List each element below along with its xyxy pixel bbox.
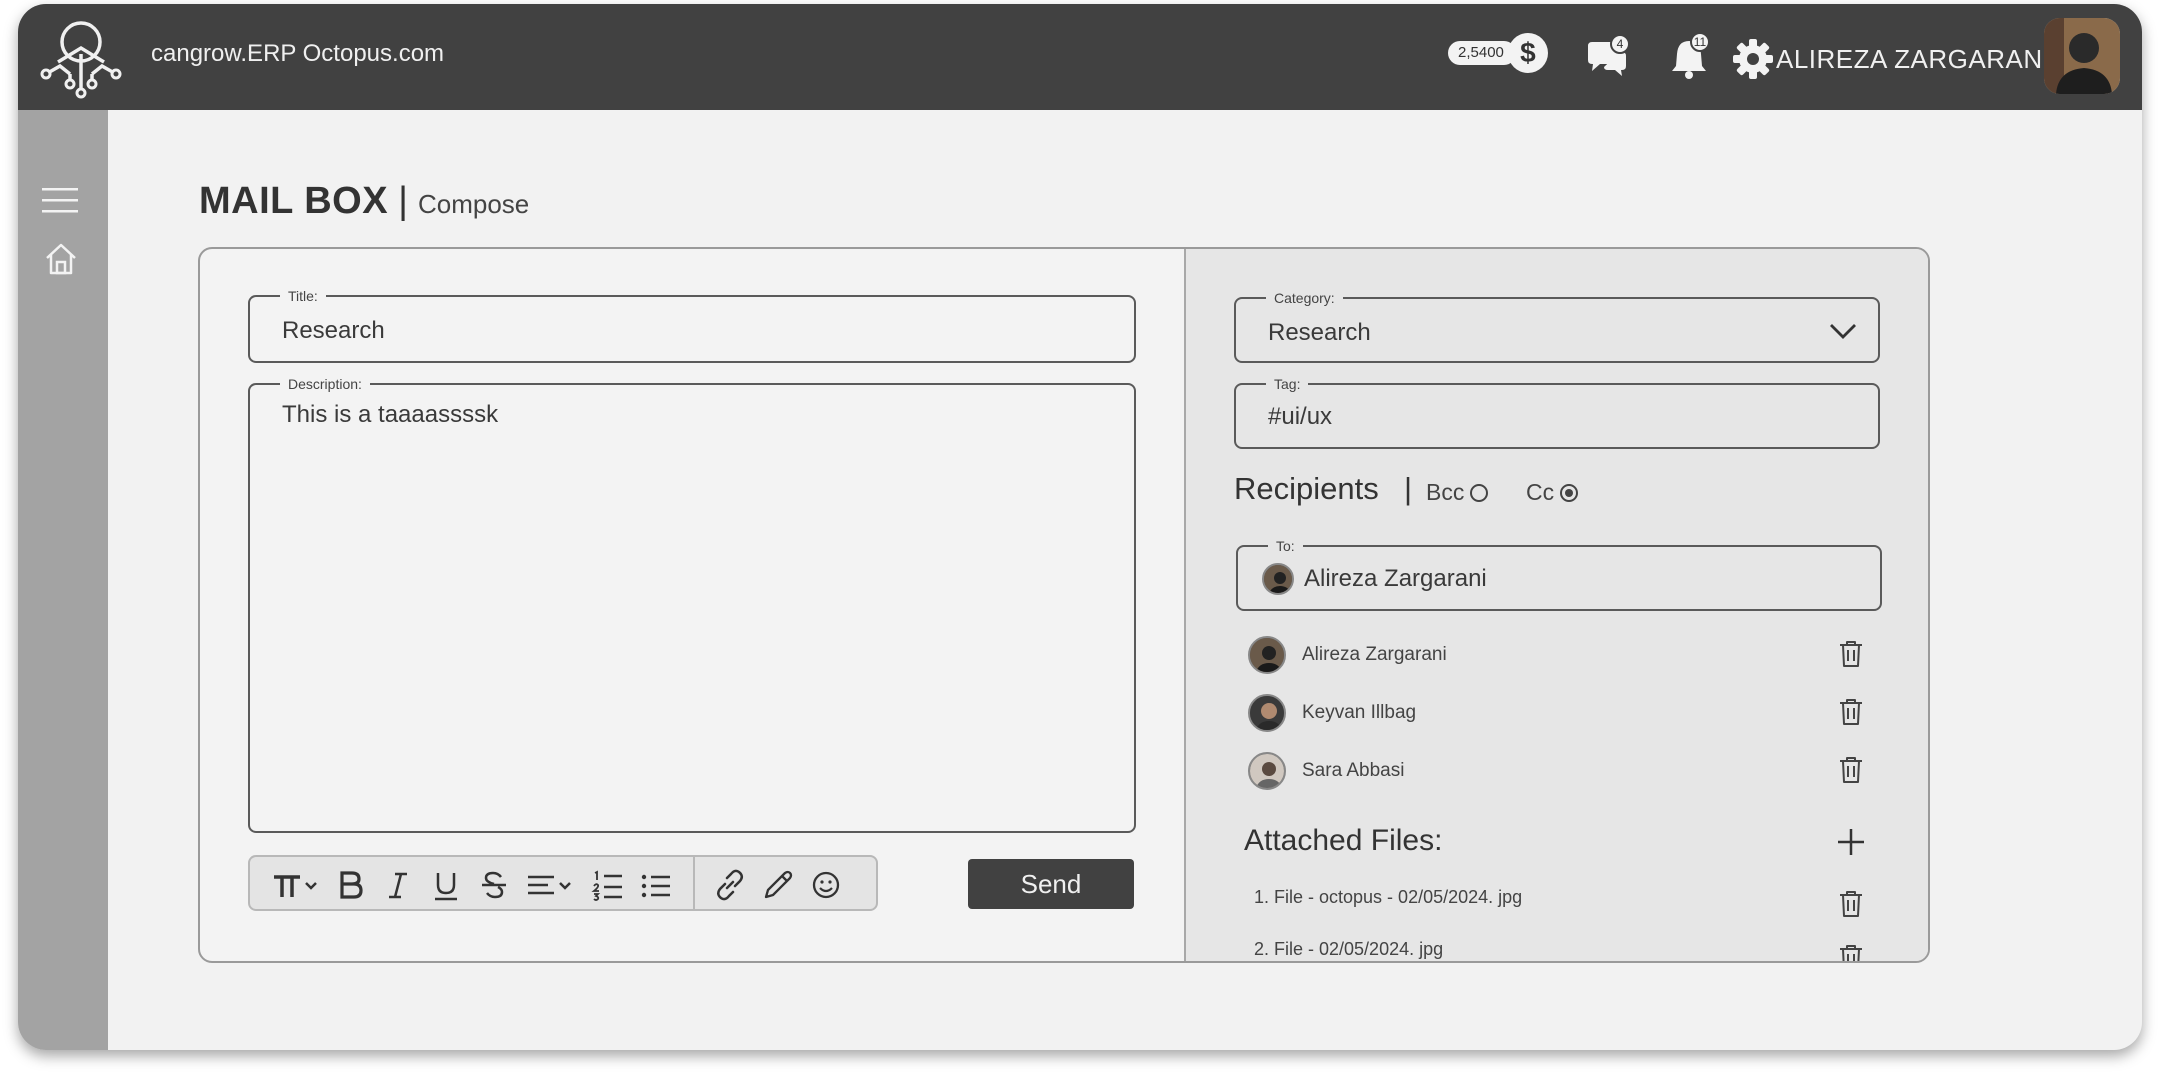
trash-icon[interactable]	[1838, 697, 1864, 727]
gear-icon	[1733, 39, 1773, 79]
octopus-logo-icon[interactable]	[38, 16, 124, 102]
formatting-toolbar	[248, 855, 878, 911]
tag-label: Tag:	[1266, 376, 1309, 392]
recipient-avatar	[1248, 636, 1286, 674]
messages-badge: 4	[1610, 34, 1630, 54]
emoji-button[interactable]	[808, 867, 844, 903]
recipients-separator: |	[1404, 471, 1413, 506]
app-title: cangrow.ERP Octopus.com	[151, 40, 445, 67]
page-heading: MAIL BOX | Compose	[199, 180, 529, 223]
link-button[interactable]	[712, 867, 748, 903]
bcc-label: Bcc	[1426, 479, 1465, 505]
user-avatar[interactable]	[2044, 18, 2120, 94]
page-subtitle: Compose	[417, 189, 530, 219]
title-label: Title:	[280, 288, 326, 304]
attached-files-title: Attached Files:	[1244, 824, 1443, 857]
bold-icon	[340, 871, 363, 899]
ordered-list-icon	[591, 870, 622, 901]
person-photo-icon	[1250, 696, 1284, 730]
notifications-button[interactable]: 11	[1666, 32, 1712, 82]
cc-label: Cc	[1526, 479, 1555, 505]
trash-icon[interactable]	[1838, 639, 1864, 669]
ordered-list-button[interactable]	[590, 867, 626, 903]
to-avatar	[1262, 563, 1294, 595]
user-photo-icon	[2044, 18, 2120, 94]
italic-icon	[389, 872, 407, 899]
pen-icon	[764, 870, 793, 899]
menu-icon[interactable]	[42, 185, 78, 215]
bold-button[interactable]	[332, 867, 368, 903]
person-photo-icon	[1264, 565, 1292, 593]
bcc-option[interactable]: Bcc	[1426, 479, 1489, 506]
text-size-icon	[274, 875, 317, 897]
username[interactable]: ALIREZA ZARGARANI	[1776, 44, 2050, 75]
bullet-list-button[interactable]	[638, 867, 674, 903]
bullet-list-icon	[641, 874, 670, 898]
cc-option[interactable]: Cc	[1526, 479, 1579, 506]
person-photo-icon	[1250, 754, 1284, 788]
link-icon	[717, 869, 743, 901]
recipients-title: Recipients	[1234, 471, 1379, 506]
file-name[interactable]: 1. File - octopus - 02/05/2024. jpg	[1254, 887, 1522, 908]
details-panel: Category: Research Tag: #ui/ux Recipient…	[1184, 249, 1928, 963]
description-label: Description:	[280, 376, 370, 392]
to-field[interactable]: To: Alireza Zargarani	[1236, 538, 1882, 611]
app-window: cangrow.ERP Octopus.com 2,5400 $ 4 11 AL…	[18, 4, 2142, 1050]
tag-input[interactable]: #ui/ux	[1268, 403, 1332, 431]
settings-button[interactable]	[1730, 36, 1776, 82]
sidebar	[18, 110, 108, 1050]
heading-separator: |	[398, 180, 408, 222]
recipient-name: Keyvan Illbag	[1302, 702, 1417, 723]
trash-icon[interactable]	[1838, 889, 1864, 919]
category-value: Research	[1268, 319, 1371, 346]
coin-amount: 2,5400	[1448, 41, 1516, 65]
top-bar: cangrow.ERP Octopus.com 2,5400 $ 4 11 AL…	[18, 4, 2142, 110]
description-field[interactable]: Description: This is a taaaassssk	[248, 376, 1136, 833]
person-photo-icon	[1250, 638, 1284, 672]
align-icon	[528, 875, 571, 895]
cc-radio[interactable]	[1560, 483, 1579, 502]
underline-button[interactable]	[428, 867, 464, 903]
align-button[interactable]	[524, 867, 576, 903]
recipient-name: Sara Abbasi	[1302, 760, 1405, 781]
title-input[interactable]: Research	[282, 317, 385, 345]
recipient-name: Alireza Zargarani	[1302, 644, 1447, 665]
to-label: To:	[1268, 538, 1303, 554]
trash-icon[interactable]	[1838, 943, 1864, 963]
recipient-avatar	[1248, 752, 1286, 790]
dollar-icon: $	[1507, 33, 1548, 73]
pen-button[interactable]	[760, 867, 796, 903]
toolbar-divider	[693, 857, 695, 909]
strikethrough-button[interactable]	[476, 867, 512, 903]
notifications-badge: 11	[1690, 32, 1710, 52]
italic-button[interactable]	[380, 867, 416, 903]
send-button[interactable]: Send	[968, 859, 1134, 909]
chevron-down-icon	[1830, 324, 1856, 339]
title-field[interactable]: Title: Research	[248, 288, 1136, 363]
category-select[interactable]: Category: Research	[1234, 290, 1880, 363]
add-file-icon[interactable]	[1836, 827, 1866, 857]
coin-balance[interactable]: 2,5400 $	[1448, 33, 1548, 73]
recipient-avatar	[1248, 694, 1286, 732]
category-label: Category:	[1266, 290, 1343, 306]
text-size-button[interactable]	[270, 867, 322, 903]
underline-icon	[435, 873, 457, 901]
page-title: MAIL BOX	[199, 180, 389, 222]
emoji-icon	[812, 871, 840, 899]
messages-button[interactable]: 4	[1584, 34, 1630, 82]
compose-card: Title: Research Description: This is a t…	[198, 247, 1930, 963]
home-icon[interactable]	[44, 242, 78, 276]
tag-field[interactable]: Tag: #ui/ux	[1234, 376, 1880, 449]
to-value: Alireza Zargarani	[1304, 565, 1487, 592]
file-name[interactable]: 2. File - 02/05/2024. jpg	[1254, 939, 1443, 960]
strikethrough-icon	[482, 871, 506, 899]
description-textarea[interactable]: This is a taaaassssk	[282, 401, 498, 429]
bcc-radio[interactable]	[1470, 483, 1489, 502]
trash-icon[interactable]	[1838, 755, 1864, 785]
